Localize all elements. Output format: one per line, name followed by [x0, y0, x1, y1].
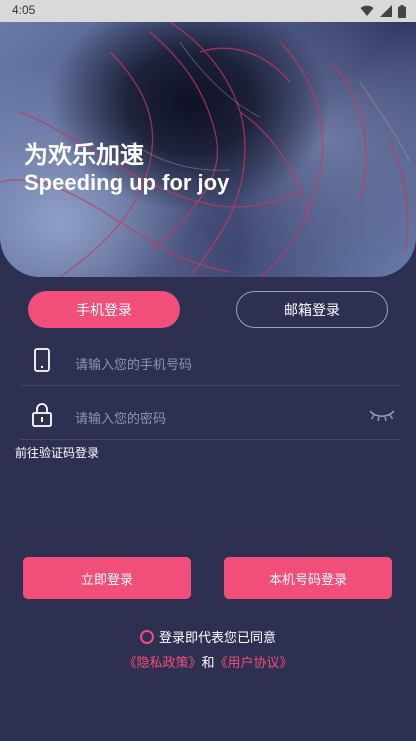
agree-radio[interactable]	[139, 629, 154, 644]
code-login-link[interactable]: 前往验证码登录	[15, 444, 99, 461]
tab-phone-login[interactable]: 手机登录	[28, 291, 180, 328]
agreement-and: 和	[201, 656, 215, 671]
eye-closed-icon[interactable]	[369, 408, 395, 422]
phone-input[interactable]: 请输入您的手机号码	[75, 354, 192, 373]
lock-icon	[32, 403, 52, 427]
wifi-icon	[360, 5, 374, 16]
tab-email-login[interactable]: 邮箱登录	[236, 291, 388, 328]
status-time: 4:05	[12, 3, 36, 17]
status-icons	[360, 4, 406, 18]
user-agreement-link[interactable]: 《用户协议》	[215, 656, 293, 671]
hero-title: 为欢乐加速	[24, 141, 144, 169]
login-button[interactable]: 立即登录	[23, 557, 191, 599]
hero-banner: 为欢乐加速 Speeding up for joy	[0, 22, 416, 277]
password-input[interactable]: 请输入您的密码	[75, 408, 166, 427]
status-bar: 4:05	[0, 0, 416, 22]
local-number-login-button[interactable]: 本机号码登录	[224, 557, 392, 599]
phone-icon	[34, 348, 50, 372]
hero-subtitle: Speeding up for joy	[24, 170, 230, 195]
signal-icon	[380, 5, 392, 17]
privacy-policy-link[interactable]: 《隐私政策》	[123, 656, 201, 671]
battery-icon	[398, 4, 406, 18]
password-field[interactable]: 请输入您的密码	[20, 394, 401, 440]
phone-field[interactable]: 请输入您的手机号码	[20, 340, 401, 386]
agreement-text: 登录即代表您已同意	[158, 631, 276, 646]
agreement: 登录即代表您已同意 《隐私政策》和《用户协议》	[0, 627, 416, 671]
